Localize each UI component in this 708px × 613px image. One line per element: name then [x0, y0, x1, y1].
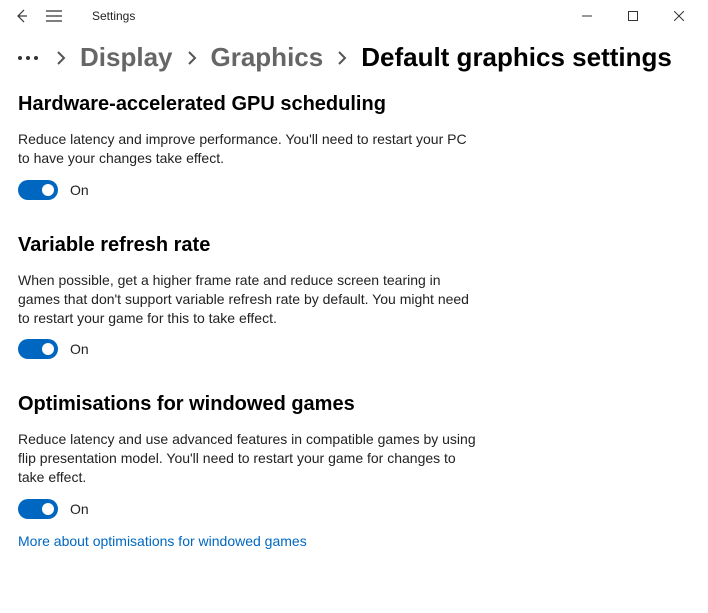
chevron-right-icon	[337, 50, 347, 66]
toggle-state-label: On	[70, 182, 89, 198]
section-title: Hardware-accelerated GPU scheduling	[18, 93, 502, 116]
chevron-right-icon	[187, 50, 197, 66]
section-description: When possible, get a higher frame rate a…	[18, 271, 478, 328]
toggle-row: On	[18, 499, 502, 519]
toggle-state-label: On	[70, 501, 89, 517]
close-button[interactable]	[656, 0, 702, 32]
chevron-right-icon	[56, 50, 66, 66]
toggle-row: On	[18, 339, 502, 359]
section-title: Variable refresh rate	[18, 234, 502, 257]
menu-button[interactable]	[38, 0, 70, 32]
breadcrumb-graphics[interactable]: Graphics	[211, 42, 324, 73]
toggle-state-label: On	[70, 341, 89, 357]
breadcrumb-display[interactable]: Display	[80, 42, 173, 73]
toggle-row: On	[18, 180, 502, 200]
breadcrumb-current: Default graphics settings	[361, 42, 672, 73]
section-windowed-games: Optimisations for windowed games Reduce …	[18, 393, 502, 551]
vrr-toggle[interactable]	[18, 339, 58, 359]
windowed-games-learn-more-link[interactable]: More about optimisations for windowed ga…	[18, 533, 307, 549]
section-vrr: Variable refresh rate When possible, get…	[18, 234, 502, 360]
breadcrumb-more-button[interactable]	[18, 56, 38, 60]
titlebar: Settings	[0, 0, 708, 32]
page-content: Hardware-accelerated GPU scheduling Redu…	[0, 87, 520, 591]
section-gpu-scheduling: Hardware-accelerated GPU scheduling Redu…	[18, 93, 502, 200]
section-description: Reduce latency and use advanced features…	[18, 430, 478, 487]
minimize-button[interactable]	[564, 0, 610, 32]
back-button[interactable]	[6, 0, 38, 32]
section-title: Optimisations for windowed games	[18, 393, 502, 416]
breadcrumb: Display Graphics Default graphics settin…	[0, 32, 708, 87]
maximize-button[interactable]	[610, 0, 656, 32]
app-title: Settings	[92, 9, 135, 23]
gpu-scheduling-toggle[interactable]	[18, 180, 58, 200]
windowed-games-toggle[interactable]	[18, 499, 58, 519]
section-description: Reduce latency and improve performance. …	[18, 130, 478, 168]
